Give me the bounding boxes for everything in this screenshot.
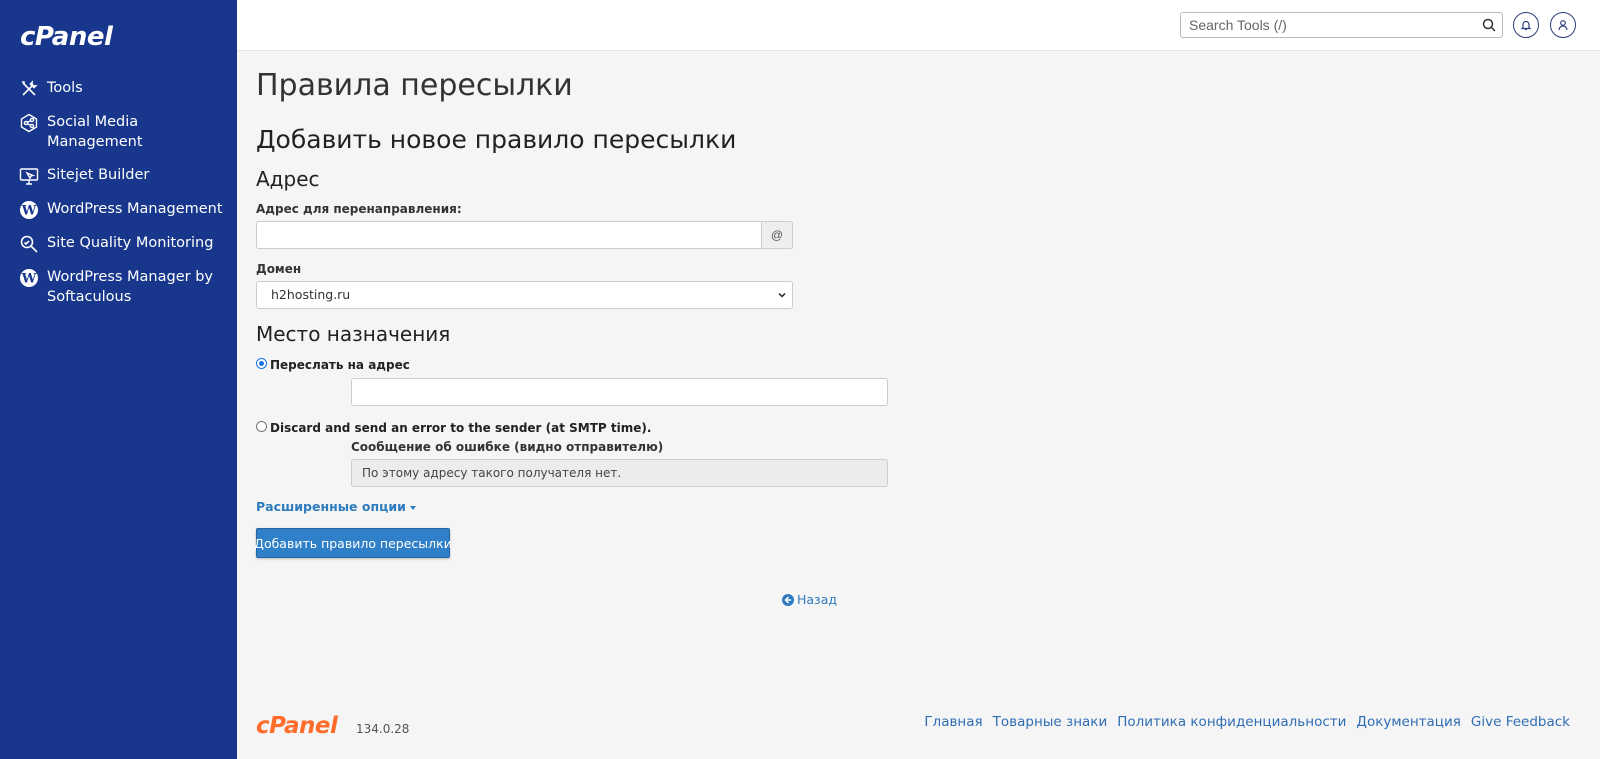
forward-radio[interactable]	[256, 357, 267, 369]
forward-address-input[interactable]	[351, 378, 888, 406]
back-link[interactable]: Назад	[782, 592, 837, 607]
section-title: Добавить новое правило пересылки	[256, 125, 737, 154]
caret-down-icon	[409, 505, 416, 510]
sidebar-item-sitejet[interactable]: Sitejet Builder	[0, 165, 237, 186]
sidebar-item-label: Site Quality Monitoring	[47, 235, 214, 251]
user-menu-button[interactable]	[1550, 12, 1576, 38]
sidebar-item-site-quality[interactable]: Site Quality Monitoring	[0, 233, 237, 254]
sidebar-item-label: Sitejet Builder	[47, 167, 150, 183]
sitejet-icon	[19, 166, 39, 186]
notifications-button[interactable]	[1513, 12, 1539, 38]
domain-label: Домен	[256, 262, 302, 276]
advanced-options-toggle[interactable]: Расширенные опции	[256, 499, 416, 514]
add-forwarder-button[interactable]: Добавить правило пересылки	[254, 528, 452, 558]
address-input[interactable]	[256, 221, 762, 249]
error-message-input[interactable]: По этому адресу такого получателя нет.	[351, 459, 888, 487]
sidebar-item-label: Social Media Management	[47, 114, 143, 150]
search-icon[interactable]	[1482, 18, 1496, 32]
address-label: Адрес для перенаправления:	[256, 202, 462, 216]
sidebar: cPanel Tools Social Media Management Sit…	[0, 0, 237, 759]
arrow-left-circle-icon	[782, 593, 794, 606]
sidebar-nav: Tools Social Media Management Sitejet Bu…	[0, 78, 237, 320]
social-media-icon	[19, 113, 39, 133]
wordpress-icon: W	[19, 200, 39, 220]
wordpress-icon: W	[19, 268, 39, 288]
page-title: Правила пересылки	[256, 68, 573, 103]
search-input[interactable]	[1181, 13, 1487, 37]
sidebar-item-label: WordPress Manager by Softaculous	[47, 269, 213, 305]
chevron-down-icon	[778, 292, 786, 298]
back-label: Назад	[797, 592, 838, 607]
cpanel-logo[interactable]: cPanel	[20, 22, 113, 52]
discard-option[interactable]: Discard and send an error to the sender …	[256, 420, 652, 435]
magnifier-icon	[19, 234, 39, 254]
sidebar-item-wordpress-management[interactable]: W WordPress Management	[0, 199, 237, 220]
footer-link-privacy[interactable]: Политика конфиденциальности	[1117, 714, 1346, 730]
address-input-group: @	[256, 221, 793, 249]
sidebar-item-social-media[interactable]: Social Media Management	[0, 112, 237, 152]
tools-icon	[19, 79, 39, 99]
footer-link-home[interactable]: Главная	[924, 714, 982, 730]
sidebar-item-wordpress-manager-softaculous[interactable]: W WordPress Manager by Softaculous	[0, 267, 237, 307]
sidebar-item-label: Tools	[47, 80, 83, 96]
forward-option[interactable]: Переслать на адрес	[256, 357, 410, 372]
svg-text:W: W	[21, 272, 37, 287]
sidebar-item-tools[interactable]: Tools	[0, 78, 237, 99]
advanced-options-label: Расширенные опции	[256, 499, 406, 514]
discard-label: Discard and send an error to the sender …	[270, 421, 652, 435]
footer-link-documentation[interactable]: Документация	[1356, 714, 1461, 730]
user-icon	[1558, 20, 1568, 31]
domain-select[interactable]: h2hosting.ru	[256, 281, 793, 309]
at-sign-addon: @	[762, 221, 793, 249]
svg-text:W: W	[21, 204, 37, 219]
footer-cpanel-logo[interactable]: cPanel	[256, 713, 338, 739]
version-text: 134.0.28	[356, 722, 410, 736]
bell-icon	[1520, 20, 1532, 31]
footer-link-trademarks[interactable]: Товарные знаки	[993, 714, 1108, 730]
forward-label: Переслать на адрес	[270, 358, 410, 372]
address-heading: Адрес	[256, 167, 320, 191]
discard-radio[interactable]	[256, 420, 267, 432]
search-box	[1180, 12, 1503, 38]
destination-heading: Место назначения	[256, 322, 451, 346]
footer-link-feedback[interactable]: Give Feedback	[1471, 714, 1570, 730]
error-message-label: Сообщение об ошибке (видно отправителю)	[351, 440, 664, 454]
domain-selected-value: h2hosting.ru	[271, 287, 351, 302]
footer-links: Главная Товарные знаки Политика конфиден…	[924, 714, 1570, 730]
sidebar-item-label: WordPress Management	[47, 201, 223, 217]
